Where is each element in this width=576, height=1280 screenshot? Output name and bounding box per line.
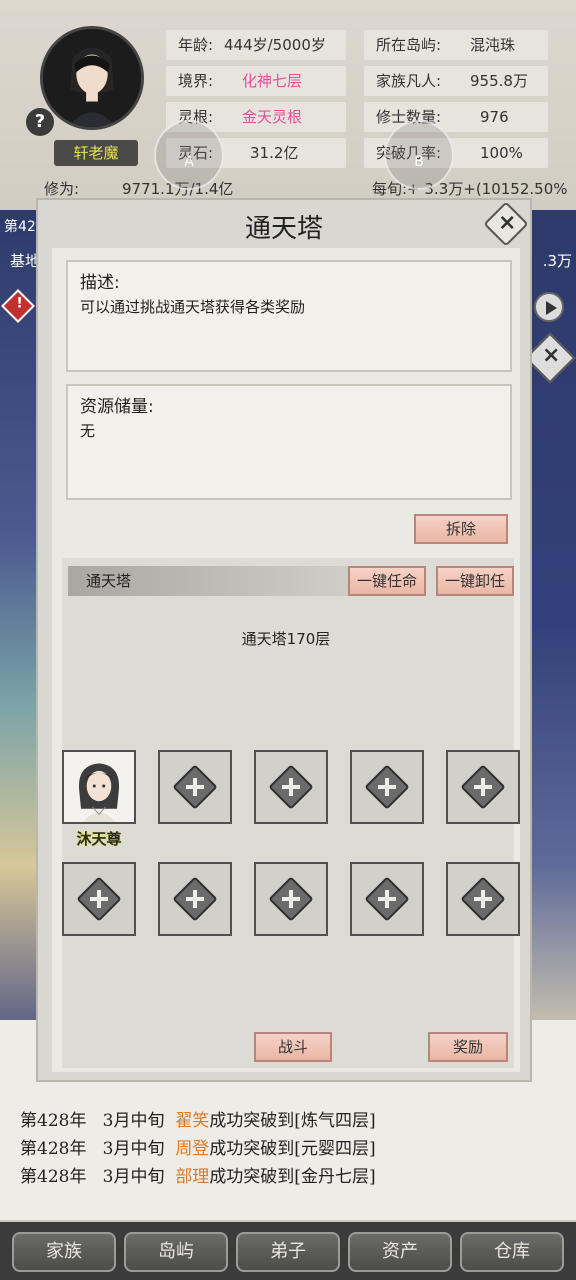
log-entry: 第428年 3月中旬 周登成功突破到[元婴四层] [20, 1139, 376, 1159]
player-name[interactable]: 轩老魔 [54, 140, 138, 166]
add-icon [76, 876, 122, 922]
section-title: 通天塔 [68, 566, 348, 596]
battle-button[interactable]: 战斗 [254, 1032, 332, 1062]
mortals-stat: 家族凡人: 955.8万 [364, 66, 548, 96]
help-icon[interactable]: ? [26, 108, 54, 136]
member-slot-filled[interactable] [62, 750, 136, 824]
nav-warehouse[interactable]: 仓库 [460, 1232, 564, 1272]
empty-member-slot[interactable] [254, 862, 328, 936]
description-text: 可以通过挑战通天塔获得各类奖励 [80, 298, 306, 316]
bottom-nav: 家族 岛屿 弟子 资产 仓库 [0, 1222, 576, 1280]
log-entry: 第428年 3月中旬 部理成功突破到[金丹七层] [20, 1167, 376, 1187]
year-label: 第42 [4, 219, 36, 235]
add-icon [364, 876, 410, 922]
member-name: 沐天尊 [76, 830, 122, 848]
dismiss-all-button[interactable]: 一键卸任 [436, 566, 514, 596]
add-icon [364, 764, 410, 810]
player-avatar[interactable] [40, 26, 144, 130]
demolish-button[interactable]: 拆除 [414, 514, 508, 544]
overlay-button-b[interactable]: B [384, 120, 454, 190]
play-icon[interactable] [534, 292, 564, 322]
nav-assets[interactable]: 资产 [348, 1232, 452, 1272]
tower-modal: 通天塔 × 描述: 可以通过挑战通天塔获得各类奖励 资源储量: 无 拆除 通天塔… [36, 198, 532, 1082]
age-stat: 年龄: 444岁/5000岁 [166, 30, 346, 60]
nav-disciples[interactable]: 弟子 [236, 1232, 340, 1272]
description-box: 描述: 可以通过挑战通天塔获得各类奖励 [66, 260, 512, 372]
empty-member-slot[interactable] [254, 750, 328, 824]
empty-member-slot[interactable] [446, 862, 520, 936]
modal-title: 通天塔 [244, 214, 323, 244]
empty-member-slot[interactable] [62, 862, 136, 936]
empty-member-slot[interactable] [350, 862, 424, 936]
add-icon [460, 876, 506, 922]
cultivators-stat: 修士数量: 976 [364, 102, 548, 132]
add-icon [172, 764, 218, 810]
realm-stat: 境界: 化神七层 [166, 66, 346, 96]
empty-member-slot[interactable] [446, 750, 520, 824]
map-right-edge [532, 210, 576, 1030]
empty-member-slot[interactable] [158, 750, 232, 824]
empty-member-slot[interactable] [350, 750, 424, 824]
description-heading: 描述: [80, 273, 120, 293]
island-stat: 所在岛屿: 混沌珠 [364, 30, 548, 60]
assign-all-button[interactable]: 一键任命 [348, 566, 426, 596]
resource-label: .3万 [542, 252, 572, 270]
add-icon [268, 876, 314, 922]
log-entry: 第428年 3月中旬 翟笑成功突破到[炼气四层] [20, 1111, 376, 1131]
modal-body: 描述: 可以通过挑战通天塔获得各类奖励 资源储量: 无 拆除 通天塔 一键任命 … [52, 248, 520, 1072]
resources-heading: 资源储量: [80, 397, 154, 417]
empty-member-slot[interactable] [158, 862, 232, 936]
resources-box: 资源储量: 无 [66, 384, 512, 500]
add-icon [460, 764, 506, 810]
reward-button[interactable]: 奖励 [428, 1032, 508, 1062]
nav-island[interactable]: 岛屿 [124, 1232, 228, 1272]
add-icon [268, 764, 314, 810]
tower-floor-label: 通天塔170层 [241, 630, 331, 648]
nav-family[interactable]: 家族 [12, 1232, 116, 1272]
add-icon [172, 876, 218, 922]
overlay-button-a[interactable]: A [154, 120, 224, 190]
resources-text: 无 [80, 422, 96, 440]
